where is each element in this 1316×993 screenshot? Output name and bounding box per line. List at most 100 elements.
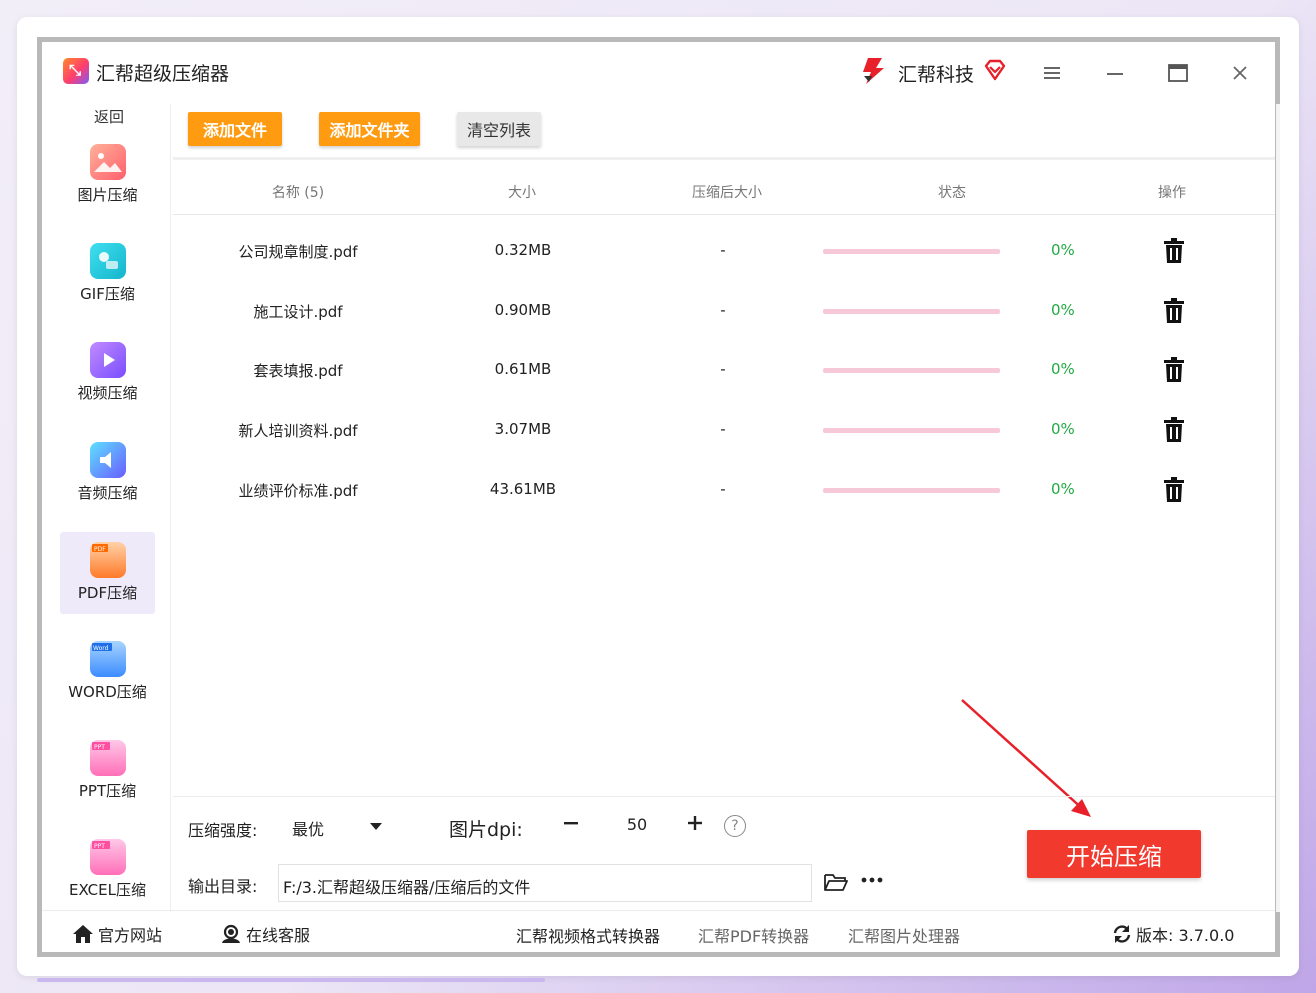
dpi-increase-button[interactable] <box>680 808 710 838</box>
annotation-arrow-icon <box>961 699 1091 817</box>
image-icon <box>89 144 126 180</box>
online-support-link[interactable]: 在线客服 <box>220 922 310 946</box>
compressed-size: - <box>720 360 726 378</box>
app-window: ⤡ 汇帮超级压缩器 汇帮科技 返回 图片压缩 GIF压缩 视频压缩 音频压缩 P… <box>37 37 1280 957</box>
sidebar-item-pdf[interactable]: PDF PDF压缩 <box>60 532 155 614</box>
file-size: 0.90MB <box>494 301 552 319</box>
pdf-converter-link[interactable]: 汇帮PDF转换器 <box>698 923 809 947</box>
app-logo-icon: ⤡ <box>63 58 89 84</box>
support-agent-icon <box>222 924 240 943</box>
trash-icon[interactable] <box>1163 357 1185 383</box>
home-icon <box>73 925 93 943</box>
sidebar-item-label: PPT压缩 <box>78 782 137 800</box>
video-converter-link[interactable]: 汇帮视频格式转换器 <box>516 923 660 947</box>
online-support-label: 在线客服 <box>246 926 311 945</box>
video-icon <box>89 342 126 378</box>
excel-icon: PPT <box>89 839 126 875</box>
progress-percent: 0% <box>1051 420 1075 438</box>
compressed-size: - <box>720 480 726 498</box>
sidebar-item-word[interactable]: Word WORD压缩 <box>60 631 155 713</box>
sidebar-item-video[interactable]: 视频压缩 <box>60 332 155 414</box>
version-info[interactable]: 版本: 3.7.0.0 <box>1112 922 1234 946</box>
add-file-button[interactable]: 添加文件 <box>188 112 282 146</box>
file-size: 43.61MB <box>489 480 557 498</box>
file-name: 公司规章制度.pdf <box>238 243 358 261</box>
chevron-down-icon <box>370 823 382 830</box>
maximize-icon[interactable] <box>1161 56 1195 90</box>
sidebar-item-label: 图片压缩 <box>77 186 138 204</box>
column-header-name: 名称 (5) <box>271 185 325 201</box>
toolbar-divider <box>173 157 1275 160</box>
sidebar-item-label: GIF压缩 <box>80 285 135 303</box>
strength-value: 最优 <box>292 820 325 839</box>
trash-icon[interactable] <box>1163 238 1185 264</box>
brand-name: 汇帮科技 <box>898 64 975 86</box>
sidebar-item-ppt[interactable]: PPT PPT压缩 <box>60 730 155 812</box>
sidebar-item-label: PDF压缩 <box>77 584 138 602</box>
sidebar-item-image[interactable]: 图片压缩 <box>60 134 155 216</box>
image-processor-link[interactable]: 汇帮图片处理器 <box>848 923 960 947</box>
file-size: 3.07MB <box>494 420 552 438</box>
sidebar-item-label: 音频压缩 <box>77 484 138 502</box>
column-header-action: 操作 <box>1158 185 1186 201</box>
pdf-icon: PDF <box>89 542 126 578</box>
column-header-compressed-size: 压缩后大小 <box>692 185 762 201</box>
ppt-icon: PPT <box>89 740 126 776</box>
table-row[interactable]: 施工设计.pdf 0.90MB - 0% <box>173 291 1275 331</box>
sidebar-item-gif[interactable]: GIF压缩 <box>60 233 155 315</box>
file-name: 套表填报.pdf <box>253 362 343 380</box>
column-header-status: 状态 <box>938 185 966 201</box>
refresh-icon <box>1113 925 1131 943</box>
svg-text:PPT: PPT <box>94 744 105 751</box>
table-row[interactable]: 公司规章制度.pdf 0.32MB - 0% <box>173 231 1275 271</box>
official-website-label: 官方网站 <box>98 926 163 945</box>
output-path-field[interactable]: F:/3.汇帮超级压缩器/压缩后的文件 <box>278 864 812 902</box>
compressed-size: - <box>720 301 726 319</box>
trash-icon[interactable] <box>1163 477 1185 503</box>
file-name: 新人培训资料.pdf <box>238 422 358 440</box>
more-icon[interactable] <box>860 868 886 890</box>
sidebar-divider <box>170 104 171 912</box>
table-row[interactable]: 业绩评价标准.pdf 43.61MB - 0% <box>173 470 1275 510</box>
progress-percent: 0% <box>1051 360 1075 378</box>
folder-open-icon[interactable] <box>824 871 848 893</box>
strength-select[interactable]: 最优 <box>280 807 398 845</box>
dpi-label: 图片dpi: <box>449 819 523 841</box>
trash-icon[interactable] <box>1163 298 1185 324</box>
official-website-link[interactable]: 官方网站 <box>72 922 162 946</box>
clear-list-button[interactable]: 清空列表 <box>457 112 541 146</box>
file-size: 0.32MB <box>494 241 552 259</box>
footer-divider <box>42 910 1275 911</box>
title-bar: ⤡ 汇帮超级压缩器 汇帮科技 <box>42 42 1275 104</box>
sidebar-item-excel[interactable]: PPT EXCEL压缩 <box>60 829 155 911</box>
add-folder-button[interactable]: 添加文件夹 <box>319 112 420 146</box>
minimize-icon[interactable] <box>1099 56 1133 90</box>
brand-logo-icon <box>863 58 884 84</box>
table-row[interactable]: 套表填报.pdf 0.61MB - 0% <box>173 350 1275 390</box>
svg-text:Word: Word <box>93 645 109 652</box>
svg-text:PDF: PDF <box>94 546 106 553</box>
table-row[interactable]: 新人培训资料.pdf 3.07MB - 0% <box>173 410 1275 450</box>
back-link[interactable]: 返回 <box>94 106 124 127</box>
app-title: 汇帮超级压缩器 <box>96 63 230 85</box>
dpi-value[interactable]: 50 <box>602 815 672 834</box>
column-header-size: 大小 <box>508 185 536 201</box>
start-compress-button[interactable]: 开始压缩 <box>1027 830 1201 878</box>
compressed-size: - <box>720 420 726 438</box>
dpi-decrease-button[interactable] <box>556 808 586 838</box>
file-name: 业绩评价标准.pdf <box>238 482 358 500</box>
help-icon[interactable]: ? <box>724 815 746 837</box>
file-name: 施工设计.pdf <box>253 303 343 321</box>
trash-icon[interactable] <box>1163 417 1185 443</box>
menu-icon[interactable] <box>1036 56 1070 90</box>
progress-percent: 0% <box>1051 301 1075 319</box>
progress-bar <box>823 249 1000 254</box>
vip-diamond-icon[interactable] <box>983 58 1007 82</box>
output-label: 输出目录: <box>188 877 258 896</box>
close-icon[interactable] <box>1223 56 1257 90</box>
sidebar-item-label: EXCEL压缩 <box>69 881 146 899</box>
strength-label: 压缩强度: <box>188 821 258 840</box>
sidebar-item-audio[interactable]: 音频压缩 <box>60 432 155 514</box>
progress-percent: 0% <box>1051 480 1075 498</box>
sidebar-item-label: 视频压缩 <box>77 384 138 402</box>
